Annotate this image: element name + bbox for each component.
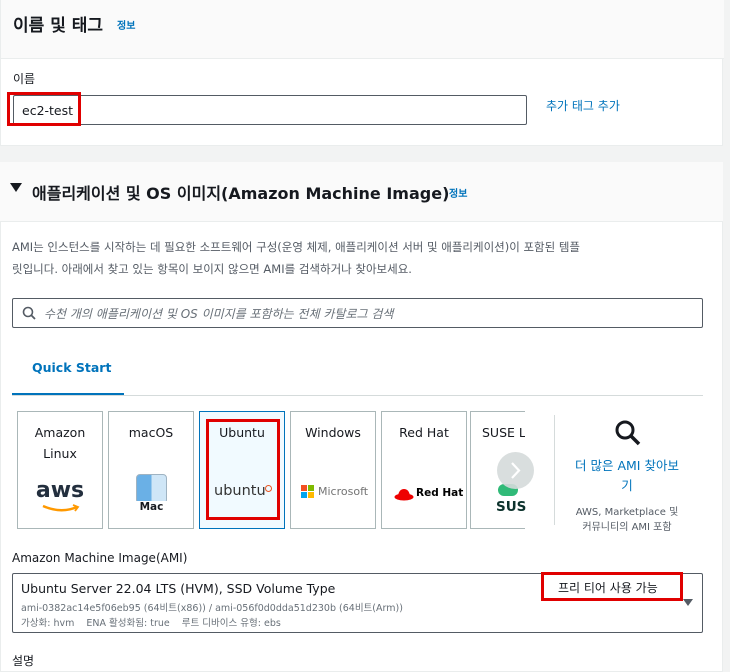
finder-icon	[136, 474, 167, 504]
tile-windows-name: Windows	[305, 425, 361, 440]
name-tags-info-link[interactable]: 정보	[117, 17, 135, 32]
search-icon	[22, 306, 36, 320]
name-tags-header	[1, 0, 724, 59]
browse-more-sub1: AWS, Marketplace 및	[575, 507, 679, 518]
tile-macos[interactable]: macOS Mac	[108, 411, 194, 529]
microsoft-logo: Microsoft	[318, 485, 369, 498]
browse-more-amis[interactable]: 더 많은 AMI 찾아보 기 AWS, Marketplace 및 커뮤니티의 …	[560, 416, 694, 536]
ami-selected-ids: ami-0382ac14e5f06eb95 (64비트(x86)) / ami-…	[21, 603, 403, 614]
name-input[interactable]: ec2-test	[13, 95, 527, 125]
ami-info-link[interactable]: 정보	[449, 185, 467, 200]
tile-macos-name: macOS	[128, 425, 174, 440]
tile-suse-name: SUSE Li	[482, 425, 525, 440]
red-hat-icon	[394, 489, 414, 501]
ami-search-input[interactable]: 수천 개의 애플리케이션 및 OS 이미지를 포함하는 전체 카탈로그 검색	[12, 298, 703, 328]
tile-amazon-linux-name: Amazon Linux	[34, 425, 86, 461]
tabs-divider	[12, 395, 703, 396]
ami-description-line1: AMI는 인스턴스를 시작하는 데 필요한 소프트웨어 구성(운영 체제, 애플…	[12, 240, 581, 254]
ami-title: 애플리케이션 및 OS 이미지(Amazon Machine Image)	[32, 184, 450, 203]
suse-logo: SUS	[496, 499, 527, 515]
tiles-next-button[interactable]	[497, 452, 534, 489]
name-label: 이름	[13, 72, 36, 86]
ami-description-line2: 릿입니다. 아래에서 찾고 있는 항목이 보이지 않으면 AMI를 검색하거나 …	[12, 262, 412, 276]
free-tier-badge-label: 프리 티어 사용 가능	[558, 581, 658, 595]
ami-selected-meta: 가상화: hvm ENA 활성화됨: true 루트 디바이스 유형: ebs	[21, 618, 281, 629]
collapse-triangle-icon[interactable]	[10, 183, 22, 192]
free-tier-badge: 프리 티어 사용 가능	[541, 572, 683, 601]
ami-description-label: 설명	[12, 654, 35, 668]
tiles-divider	[554, 415, 555, 525]
search-icon	[615, 420, 641, 446]
name-tags-panel: 이름 및 태그 정보 이름 ec2-test 추가 태그 추가	[0, 0, 724, 146]
ami-select-label: Amazon Machine Image(AMI)	[12, 551, 188, 565]
chevron-right-icon	[511, 462, 521, 479]
add-tag-link[interactable]: 추가 태그 추가	[546, 97, 620, 114]
browse-more-sub2: 커뮤니티의 AMI 포함	[582, 522, 672, 533]
ami-search-placeholder: 수천 개의 애플리케이션 및 OS 이미지를 포함하는 전체 카탈로그 검색	[44, 307, 394, 321]
aws-logo: aws	[35, 478, 85, 503]
ubuntu-tile-highlight	[206, 419, 280, 520]
windows-icon	[301, 485, 315, 499]
ami-selected-name: Ubuntu Server 22.04 LTS (HVM), SSD Volum…	[21, 581, 336, 596]
tile-red-hat[interactable]: Red Hat Red Hat	[381, 411, 467, 529]
tile-windows[interactable]: Windows Microsoft	[290, 411, 376, 529]
browse-more-link-line2[interactable]: 기	[560, 475, 694, 494]
mac-logo: Mac	[136, 501, 167, 513]
red-hat-logo: Red Hat	[416, 487, 464, 499]
tab-quick-start-label: Quick Start	[32, 360, 112, 375]
tab-quick-start[interactable]: Quick Start	[12, 350, 124, 396]
tile-red-hat-name: Red Hat	[399, 425, 449, 440]
dropdown-caret-icon	[683, 599, 693, 606]
name-tags-title: 이름 및 태그	[13, 16, 104, 36]
name-input-highlight	[7, 92, 81, 126]
aws-smile-icon	[42, 504, 80, 512]
browse-more-link-line1[interactable]: 더 많은 AMI 찾아보	[560, 455, 694, 474]
tile-amazon-linux[interactable]: Amazon Linux aws	[17, 411, 103, 529]
